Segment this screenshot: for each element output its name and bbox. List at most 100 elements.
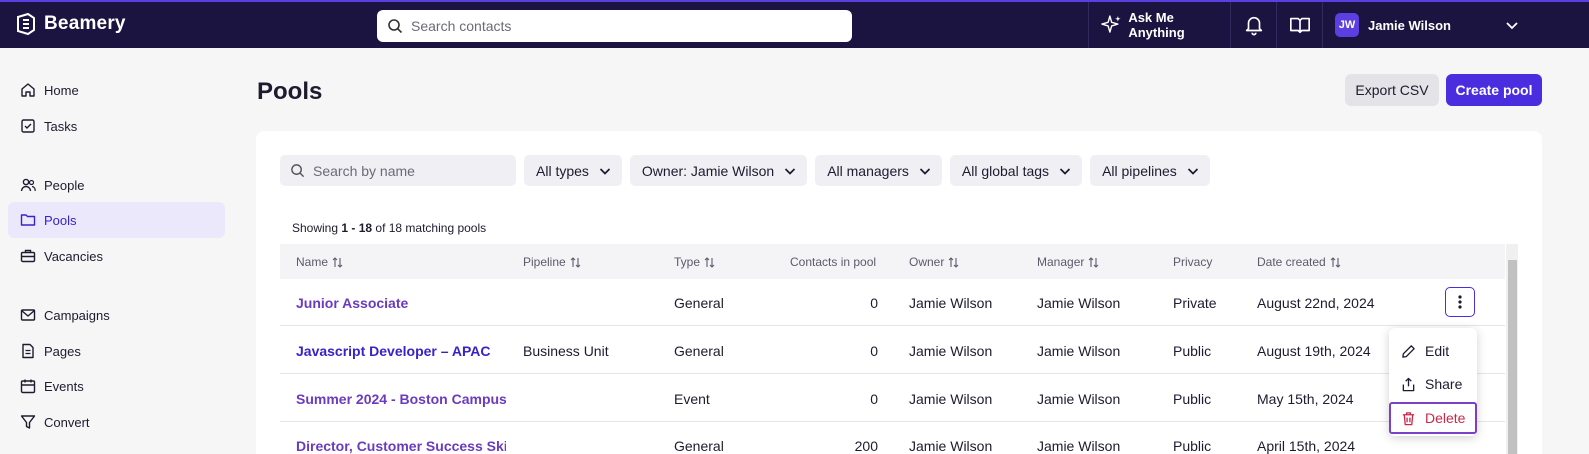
filter-label: Owner: Jamie Wilson <box>641 162 775 179</box>
contacts-cell: 200 <box>854 438 878 454</box>
column-label: Type <box>674 255 701 269</box>
row-actions-button[interactable] <box>1445 287 1475 317</box>
table-row[interactable]: Javascript Developer – APAC Business Uni… <box>280 327 1505 374</box>
filter-owner[interactable]: Owner: Jamie Wilson <box>629 155 808 186</box>
contacts-cell: 0 <box>870 295 878 311</box>
menu-item-edit[interactable]: Edit <box>1389 335 1477 367</box>
sidebar-item-convert[interactable]: Convert <box>8 404 225 440</box>
app-logo[interactable]: Beamery <box>14 12 126 36</box>
ask-me-anything-button[interactable]: Ask Me Anything <box>1088 2 1230 48</box>
sidebar-item-label: Home <box>44 82 79 98</box>
filter-managers[interactable]: All managers <box>815 155 942 186</box>
filter-label: All pipelines <box>1102 162 1177 179</box>
column-header-contacts: Contacts in pool <box>790 255 876 269</box>
filter-bar: All types Owner: Jamie Wilson All manage… <box>280 155 1218 186</box>
sidebar-item-campaigns[interactable]: Campaigns <box>8 297 225 333</box>
pool-name-link[interactable]: Junior Associate <box>296 295 506 311</box>
date-cell: August 22nd, 2024 <box>1257 295 1375 311</box>
pool-name-link[interactable]: Javascript Developer – APAC <box>296 343 506 359</box>
type-cell: General <box>674 295 724 311</box>
sidebar-item-label: Campaigns <box>44 307 110 323</box>
table-scrollbar-thumb[interactable] <box>1508 260 1517 454</box>
column-header-date[interactable]: Date created <box>1257 255 1341 269</box>
column-label: Pipeline <box>523 255 566 269</box>
search-icon <box>388 19 403 34</box>
owner-cell: Jamie Wilson <box>909 295 993 311</box>
filter-global-tags[interactable]: All global tags <box>949 155 1083 186</box>
table-row[interactable]: Junior Associate General 0 Jamie Wilson … <box>280 279 1505 326</box>
search-by-name-input[interactable] <box>313 162 503 179</box>
results-suffix: of 18 matching pools <box>372 221 487 235</box>
sidebar-item-label: People <box>44 177 85 193</box>
owner-cell: Jamie Wilson <box>909 391 993 407</box>
column-header-name[interactable]: Name <box>296 255 343 269</box>
help-docs-button[interactable] <box>1276 2 1322 48</box>
sort-icon <box>1088 256 1099 268</box>
pencil-icon <box>1402 344 1415 358</box>
sidebar-item-home[interactable]: Home <box>8 72 225 108</box>
briefcase-icon <box>20 249 36 263</box>
sidebar-item-events[interactable]: Events <box>8 368 225 404</box>
table-header: Name Pipeline Type Contacts in pool Owne… <box>280 244 1505 279</box>
filter-types[interactable]: All types <box>524 155 622 186</box>
sidebar-item-pools[interactable]: Pools <box>8 202 225 238</box>
user-menu-button[interactable]: JW Jamie Wilson <box>1322 2 1577 48</box>
search-contacts-input[interactable] <box>411 18 831 34</box>
app-name: Beamery <box>44 13 126 34</box>
search-contacts-box[interactable] <box>377 10 852 42</box>
sidebar-item-label: Tasks <box>44 118 78 134</box>
owner-cell: Jamie Wilson <box>909 343 993 359</box>
menu-item-delete[interactable]: Delete <box>1389 402 1477 434</box>
privacy-cell: Public <box>1173 343 1212 359</box>
search-by-name-box[interactable] <box>280 155 516 186</box>
manager-cell: Jamie Wilson <box>1037 295 1121 311</box>
manager-cell: Jamie Wilson <box>1037 438 1121 454</box>
top-bar: Beamery Ask Me Anything <box>0 0 1589 48</box>
pipeline-cell: Business Unit <box>523 343 609 359</box>
date-cell: May 15th, 2024 <box>1257 391 1354 407</box>
privacy-cell: Private <box>1173 295 1217 311</box>
sidebar-item-vacancies[interactable]: Vacancies <box>8 238 225 274</box>
owner-cell: Jamie Wilson <box>909 438 993 454</box>
pool-name-link[interactable]: Director, Customer Success Skill Map <box>296 438 506 454</box>
menu-item-label: Delete <box>1425 410 1466 426</box>
pool-name-link[interactable]: Summer 2024 - Boston Campus Event <box>296 391 506 407</box>
bell-icon <box>1245 16 1262 36</box>
beamery-logo-icon <box>17 12 35 36</box>
people-icon <box>20 178 36 192</box>
type-cell: Event <box>674 391 710 407</box>
type-cell: General <box>674 343 724 359</box>
column-header-type[interactable]: Type <box>674 255 715 269</box>
home-icon <box>21 83 35 97</box>
sidebar-item-label: Pools <box>44 212 77 228</box>
sidebar-item-people[interactable]: People <box>8 167 225 203</box>
table-row[interactable]: Summer 2024 - Boston Campus Event Event … <box>280 375 1505 422</box>
column-header-privacy: Privacy <box>1173 255 1212 269</box>
trash-icon <box>1402 411 1415 425</box>
filter-pipelines[interactable]: All pipelines <box>1090 155 1210 186</box>
calendar-icon <box>20 379 36 394</box>
sidebar-item-pages[interactable]: Pages <box>8 333 225 369</box>
export-csv-button[interactable]: Export CSV <box>1345 74 1439 106</box>
type-cell: General <box>674 438 724 454</box>
sparkle-icon <box>1101 15 1121 33</box>
chevron-down-icon <box>1059 167 1071 175</box>
chevron-down-icon <box>1187 167 1198 175</box>
manager-cell: Jamie Wilson <box>1037 391 1121 407</box>
column-label: Date created <box>1257 255 1326 269</box>
column-label: Contacts in pool <box>790 255 877 269</box>
sidebar-item-label: Convert <box>44 414 90 430</box>
column-header-owner[interactable]: Owner <box>909 255 959 269</box>
date-cell: August 19th, 2024 <box>1257 343 1371 359</box>
user-name: Jamie Wilson <box>1368 17 1451 33</box>
chevron-down-icon <box>599 167 611 175</box>
table-row[interactable]: Director, Customer Success Skill Map Gen… <box>280 422 1505 454</box>
column-header-manager[interactable]: Manager <box>1037 255 1099 269</box>
results-range: 1 - 18 <box>341 221 373 235</box>
menu-item-share[interactable]: Share <box>1389 368 1477 400</box>
sidebar-item-tasks[interactable]: Tasks <box>8 108 225 144</box>
notifications-button[interactable] <box>1230 2 1276 48</box>
column-header-pipeline[interactable]: Pipeline <box>523 255 581 269</box>
create-pool-button[interactable]: Create pool <box>1446 74 1542 106</box>
folder-icon <box>20 214 36 226</box>
